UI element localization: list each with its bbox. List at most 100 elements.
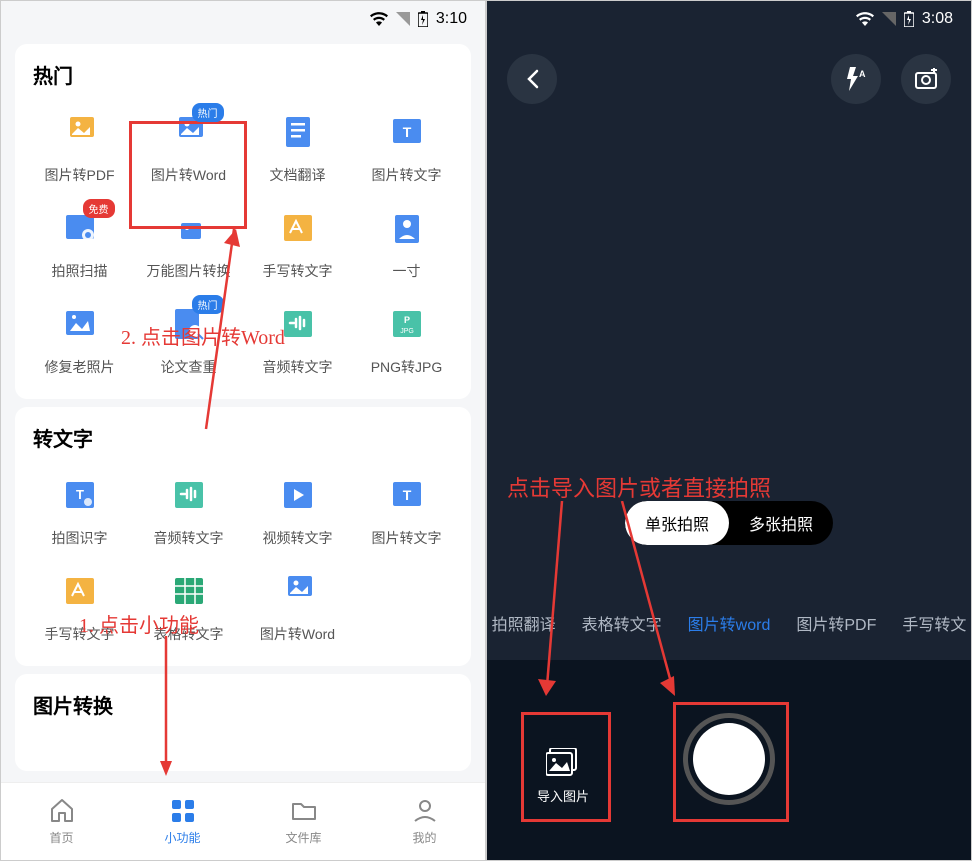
- image-text-icon: T: [384, 109, 430, 155]
- tool-image-text[interactable]: T 图片转文字: [352, 464, 461, 560]
- wifi-icon: [856, 12, 874, 26]
- tool-png-jpg[interactable]: PJPG PNG转JPG: [352, 293, 461, 389]
- tool-label: 图片转文字: [372, 528, 442, 548]
- shutter-button[interactable]: [683, 713, 775, 805]
- tool-restore[interactable]: 修复老照片: [25, 293, 134, 389]
- plagiarism-icon: 热门: [166, 301, 212, 347]
- tool-label: 文档翻译: [270, 165, 326, 185]
- import-image-button[interactable]: 导入图片: [537, 748, 589, 805]
- signal-icon: [396, 12, 410, 26]
- status-time: 3:10: [436, 10, 467, 28]
- nav-label: 小功能: [164, 829, 200, 846]
- section-title-imgconvert: 图片转换: [25, 690, 461, 719]
- audio-icon: [166, 472, 212, 518]
- tool-label: 图片转文字: [372, 165, 442, 185]
- badge: 热门: [192, 295, 224, 314]
- flash-button[interactable]: A: [831, 54, 881, 104]
- folder-icon: [290, 797, 318, 825]
- shot-mode-toggle: 单张拍照 多张拍照: [625, 501, 833, 545]
- handwrite-icon: [57, 568, 103, 614]
- top-controls: A: [487, 36, 971, 122]
- imgconvert-section: 图片转换: [15, 674, 471, 771]
- status-time-r: 3:08: [922, 10, 953, 28]
- svg-text:T: T: [402, 487, 411, 503]
- video-icon: [275, 472, 321, 518]
- tool-handwrite[interactable]: 手写转文字: [25, 560, 134, 656]
- nav-grid[interactable]: 小功能: [122, 783, 243, 860]
- tool-scan[interactable]: 免费拍照扫描: [25, 197, 134, 293]
- convert-icon: [166, 205, 212, 251]
- grid-icon: [169, 797, 197, 825]
- nav-home[interactable]: 首页: [1, 783, 122, 860]
- nav-person[interactable]: 我的: [364, 783, 485, 860]
- single-shot-tab[interactable]: 单张拍照: [625, 501, 729, 545]
- tool-label: 一寸: [393, 261, 421, 281]
- tool-image-text[interactable]: T 图片转文字: [352, 101, 461, 197]
- image-icon: [546, 748, 580, 778]
- status-bar: 3:10: [1, 1, 485, 36]
- totext-grid: T拍图识字音频转文字视频转文字 T 图片转文字手写转文字 表格转文字 图片转Word: [25, 464, 461, 656]
- nav-label: 我的: [412, 829, 436, 846]
- ocr-icon: T: [57, 472, 103, 518]
- handwrite-icon: [275, 205, 321, 251]
- multi-shot-tab[interactable]: 多张拍照: [729, 501, 833, 545]
- back-button[interactable]: [507, 54, 557, 104]
- hot-section: 热门 图片转PDF热门图片转Word文档翻译T图片转文字免费拍照扫描万能图片转换…: [15, 44, 471, 399]
- tool-label: 修复老照片: [45, 357, 115, 377]
- annotation-right: 点击导入图片或者直接拍照: [507, 471, 771, 503]
- tool-label: 手写转文字: [45, 624, 115, 644]
- tool-plagiarism[interactable]: 热门论文查重: [134, 293, 243, 389]
- tool-audio[interactable]: 音频转文字: [243, 293, 352, 389]
- camera-settings-button[interactable]: [901, 54, 951, 104]
- svg-text:P: P: [403, 315, 409, 325]
- signal-icon: [882, 12, 896, 26]
- tool-ocr[interactable]: T拍图识字: [25, 464, 134, 560]
- battery-icon: [418, 11, 428, 27]
- camera-plus-icon: [914, 68, 938, 90]
- tool-handwrite[interactable]: 手写转文字: [243, 197, 352, 293]
- tool-label: 图片转Word: [260, 624, 335, 644]
- svg-text:A: A: [859, 69, 866, 79]
- audio-icon: [275, 301, 321, 347]
- mode-tab-3[interactable]: 图片转PDF: [796, 611, 876, 635]
- tool-doc-lines[interactable]: 文档翻译: [243, 101, 352, 197]
- section-title-totext: 转文字: [25, 423, 461, 452]
- import-label: 导入图片: [537, 786, 589, 805]
- svg-text:T: T: [402, 124, 411, 140]
- tool-label: 图片转Word: [151, 165, 226, 185]
- id-photo-icon: [384, 205, 430, 251]
- tool-table[interactable]: 表格转文字: [134, 560, 243, 656]
- bottom-area: 导入图片: [487, 660, 971, 860]
- mode-tab-4[interactable]: 手写转文: [902, 611, 966, 635]
- tool-label: PNG转JPG: [371, 357, 443, 377]
- tool-image-doc[interactable]: 图片转Word: [243, 560, 352, 656]
- left-screen: 3:10 热门 图片转PDF热门图片转Word文档翻译T图片转文字免费拍照扫描万…: [0, 0, 486, 861]
- svg-text:T: T: [76, 487, 84, 502]
- tool-label: 表格转文字: [154, 624, 224, 644]
- table-icon: [166, 568, 212, 614]
- bottom-nav: 首页 小功能 文件库 我的: [1, 782, 485, 860]
- tool-label: 万能图片转换: [147, 261, 231, 281]
- tool-label: 图片转PDF: [45, 165, 115, 185]
- tool-convert[interactable]: 万能图片转换: [134, 197, 243, 293]
- restore-icon: [57, 301, 103, 347]
- nav-folder[interactable]: 文件库: [243, 783, 364, 860]
- tool-image-doc[interactable]: 热门图片转Word: [134, 101, 243, 197]
- mode-tab-1[interactable]: 表格转文字: [582, 611, 662, 635]
- tool-image-doc[interactable]: 图片转PDF: [25, 101, 134, 197]
- doc-lines-icon: [275, 109, 321, 155]
- mode-tab-2[interactable]: 图片转word: [688, 611, 771, 635]
- mode-tabs: 拍照翻译 表格转文字 图片转word 图片转PDF 手写转文: [487, 611, 971, 635]
- right-screen: 3:08 A 点击导入图片或者直接拍照 单张拍照 多张拍照 拍照翻译 表格转文字 图…: [486, 0, 972, 861]
- scan-icon: 免费: [57, 205, 103, 251]
- png-jpg-icon: PJPG: [384, 301, 430, 347]
- tool-id-photo[interactable]: 一寸: [352, 197, 461, 293]
- battery-icon: [904, 11, 914, 27]
- badge: 热门: [192, 103, 224, 122]
- image-doc-icon: [275, 568, 321, 614]
- mode-tab-0[interactable]: 拍照翻译: [492, 611, 556, 635]
- tool-video[interactable]: 视频转文字: [243, 464, 352, 560]
- nav-label: 文件库: [285, 829, 321, 846]
- nav-label: 首页: [49, 829, 73, 846]
- tool-audio[interactable]: 音频转文字: [134, 464, 243, 560]
